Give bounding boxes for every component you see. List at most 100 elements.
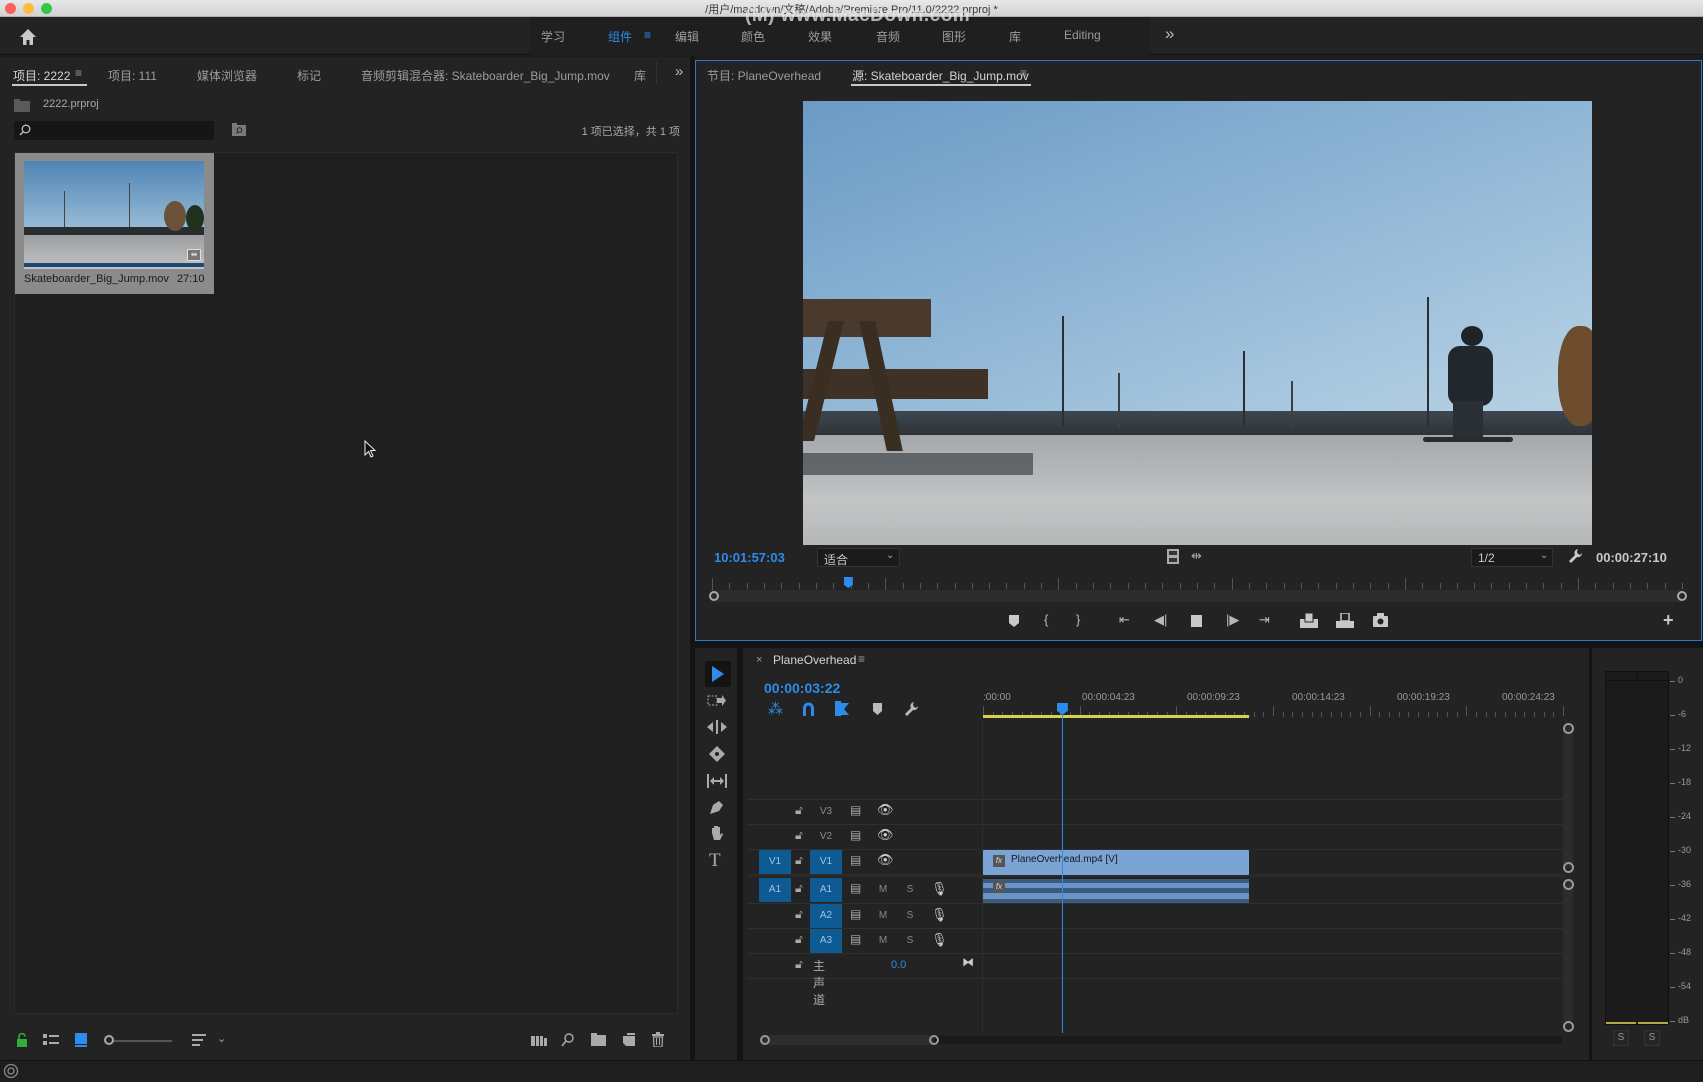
workspace-overflow-button[interactable]: » <box>1165 24 1174 44</box>
find-icon[interactable] <box>561 1033 574 1047</box>
sync-lock-icon[interactable]: ▤ <box>850 932 861 946</box>
sync-lock-icon[interactable]: ▤ <box>850 828 861 842</box>
mark-out-icon[interactable]: } <box>1076 612 1080 628</box>
solo-left-button[interactable]: S <box>1613 1030 1629 1046</box>
slip-tool-icon[interactable] <box>707 774 727 788</box>
trash-icon[interactable] <box>652 1032 664 1047</box>
go-to-in-icon[interactable]: ⇤ <box>1119 612 1130 628</box>
wrench-icon[interactable] <box>1568 548 1583 564</box>
toggle-track-output-eye-icon[interactable]: 👁︎ <box>877 827 894 843</box>
timeline-scroll-thumb[interactable] <box>760 1035 934 1045</box>
go-to-out-icon[interactable]: ⇥ <box>1259 612 1270 628</box>
sync-lock-icon[interactable]: ▤ <box>850 803 861 817</box>
source-zoom-scrollbar[interactable] <box>712 590 1682 602</box>
track-lock-icon[interactable]: 🔓︎ <box>795 803 803 818</box>
mute-button[interactable]: M <box>876 910 890 921</box>
step-back-icon[interactable]: ◀| <box>1154 612 1167 628</box>
voice-over-record-mic-icon[interactable]: 🎙︎ <box>931 932 948 948</box>
drag-audio-only-icon[interactable]: ⇹ <box>1191 548 1202 564</box>
stop-icon[interactable] <box>1191 615 1202 627</box>
export-frame-camera-icon[interactable] <box>1373 613 1388 627</box>
video-tracks-scrollbar[interactable] <box>1563 727 1573 869</box>
sync-lock-icon[interactable]: ▤ <box>850 881 861 895</box>
source-current-timecode[interactable]: 10:01:57:03 <box>714 550 785 565</box>
sync-lock-icon[interactable]: ▤ <box>850 853 861 867</box>
scrollbar-handle[interactable] <box>1563 723 1574 734</box>
add-marker-icon[interactable] <box>1009 615 1019 627</box>
thumbnail-size-slider-handle[interactable] <box>104 1035 114 1045</box>
video-preview[interactable] <box>803 101 1592 545</box>
panel-overflow-button[interactable]: » <box>675 63 683 80</box>
solo-button[interactable]: S <box>903 884 917 895</box>
panel-splitter[interactable] <box>695 641 1703 648</box>
scrollbar-left-handle[interactable] <box>709 591 719 601</box>
automate-to-sequence-icon[interactable] <box>531 1035 547 1047</box>
linked-selection-icon[interactable] <box>835 701 849 716</box>
panel-splitter[interactable] <box>690 57 695 1060</box>
mute-button[interactable]: M <box>876 935 890 946</box>
audio-tracks-scrollbar[interactable] <box>1563 880 1573 1022</box>
track-lock-icon[interactable]: 🔓︎ <box>795 853 803 868</box>
voice-over-record-mic-icon[interactable]: 🎙︎ <box>931 907 948 923</box>
snap-magnet-icon[interactable] <box>802 702 815 716</box>
drag-video-only-icon[interactable] <box>1167 549 1179 564</box>
source-patch-v1[interactable]: V1 <box>759 850 791 874</box>
mark-in-icon[interactable]: { <box>1044 612 1048 628</box>
sort-icon[interactable] <box>192 1034 206 1047</box>
zoom-level-select[interactable]: 适合 ⌄ <box>817 548 900 567</box>
voice-over-record-mic-icon[interactable]: 🎙︎ <box>931 881 948 897</box>
selection-tool-button[interactable] <box>705 661 731 687</box>
workspace-tab-editing[interactable]: Editing <box>1064 28 1101 42</box>
scrollbar-right-handle[interactable] <box>1677 591 1687 601</box>
razor-tool-icon[interactable] <box>709 746 725 762</box>
master-volume-value[interactable]: 0.0 <box>891 959 906 971</box>
creative-cloud-icon[interactable] <box>3 1063 19 1079</box>
thumbnail-size-slider[interactable] <box>114 1040 172 1042</box>
timeline-settings-wrench-icon[interactable] <box>904 701 919 717</box>
solo-right-button[interactable]: S <box>1644 1030 1660 1046</box>
hand-tool-icon[interactable] <box>709 825 725 842</box>
nest-sequence-icon[interactable]: ⁂ <box>768 700 783 718</box>
track-target-v1[interactable]: V1 <box>810 850 842 874</box>
panel-splitter[interactable] <box>1589 648 1592 1060</box>
mute-button[interactable]: M <box>876 884 890 895</box>
scrollbar-right-handle[interactable] <box>929 1035 939 1045</box>
sync-lock-icon[interactable]: ▤ <box>850 907 861 921</box>
tab-source-monitor[interactable]: 源: Skateboarder_Big_Jump.mov <box>852 67 1029 84</box>
new-bin-icon[interactable] <box>591 1033 606 1046</box>
video-clip[interactable]: fx PlaneOverhead.mp4 [V] <box>983 850 1249 875</box>
work-area-bar[interactable] <box>983 715 1249 718</box>
workspace-tab-libraries[interactable]: 库 <box>1009 28 1021 45</box>
timeline-playhead-line[interactable] <box>1061 713 1063 1033</box>
solo-button[interactable]: S <box>903 935 917 946</box>
tab-markers[interactable]: 标记 <box>297 67 321 84</box>
tab-media-browser[interactable]: 媒体浏览器 <box>197 67 257 84</box>
workspace-tab-editing-cn[interactable]: 编辑 <box>675 28 699 45</box>
track-select-tool-icon[interactable] <box>707 694 727 708</box>
scrollbar-handle[interactable] <box>1563 879 1574 890</box>
list-view-icon[interactable] <box>43 1034 59 1046</box>
track-lock-icon[interactable]: 🔓︎ <box>795 828 803 843</box>
scrollbar-handle[interactable] <box>1563 862 1574 873</box>
new-search-bin-icon[interactable] <box>232 123 246 136</box>
track-lock-icon[interactable]: 🔓︎ <box>795 907 803 922</box>
new-item-icon[interactable] <box>623 1033 635 1046</box>
icon-view-icon[interactable] <box>75 1033 87 1047</box>
ripple-edit-tool-icon[interactable] <box>707 720 727 734</box>
tab-sequence[interactable]: PlaneOverhead <box>773 653 856 667</box>
project-item-card[interactable]: ⇹ Skateboarder_Big_Jump.mov 27:10 <box>15 153 214 294</box>
home-icon[interactable] <box>18 27 38 47</box>
go-to-next-keyframe-icon[interactable]: ⧓ <box>962 955 974 969</box>
scrollbar-handle[interactable] <box>1563 1021 1574 1032</box>
track-lock-icon[interactable]: 🔓︎ <box>795 881 803 896</box>
panel-menu-icon[interactable]: ≡ <box>75 66 82 80</box>
project-search-input[interactable] <box>14 121 214 140</box>
workspace-tab-graphics[interactable]: 图形 <box>942 28 966 45</box>
type-tool-icon[interactable]: T <box>709 850 721 872</box>
scrollbar-left-handle[interactable] <box>760 1035 770 1045</box>
solo-button[interactable]: S <box>903 910 917 921</box>
step-forward-icon[interactable]: |▶ <box>1226 612 1239 628</box>
workspace-tab-effects[interactable]: 效果 <box>808 28 832 45</box>
pen-tool-icon[interactable] <box>709 799 725 815</box>
sequence-timecode[interactable]: 00:00:03:22 <box>764 680 840 696</box>
